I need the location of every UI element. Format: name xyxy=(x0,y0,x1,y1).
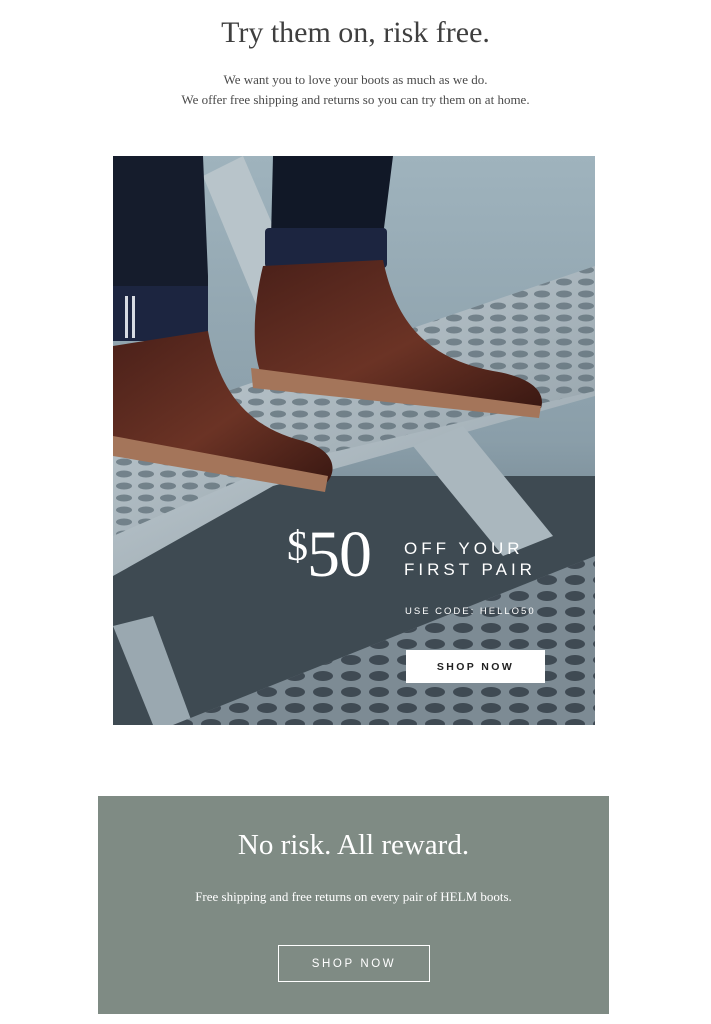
intro-line-2: We offer free shipping and returns so yo… xyxy=(181,92,530,107)
promo-amount: $50 xyxy=(287,522,372,592)
no-risk-panel: No risk. All reward. Free shipping and f… xyxy=(98,796,609,1014)
panel-subtitle: Free shipping and free returns on every … xyxy=(195,889,512,904)
promo-code: USE CODE: HELLO50 xyxy=(405,606,536,617)
promo-currency: $ xyxy=(287,524,308,570)
panel-shop-now-button[interactable]: SHOP NOW xyxy=(278,945,430,982)
page-title: Try them on, risk free. xyxy=(221,16,490,49)
panel-title: No risk. All reward. xyxy=(237,829,470,861)
hero-boots-photo xyxy=(113,156,595,725)
intro-line-1: We want you to love your boots as much a… xyxy=(223,72,488,87)
intro-text: We want you to love your boots as much a… xyxy=(0,70,711,110)
hero-banner[interactable]: $50 OFF YOUR FIRST PAIR USE CODE: HELLO5… xyxy=(113,156,595,725)
promo-line-2: FIRST PAIR xyxy=(404,560,536,579)
promo-line-1: OFF YOUR xyxy=(404,539,524,558)
hero-shop-now-button[interactable]: SHOP NOW xyxy=(406,650,545,683)
promo-offer: OFF YOUR FIRST PAIR xyxy=(404,538,536,580)
promo-value: 50 xyxy=(307,518,372,591)
